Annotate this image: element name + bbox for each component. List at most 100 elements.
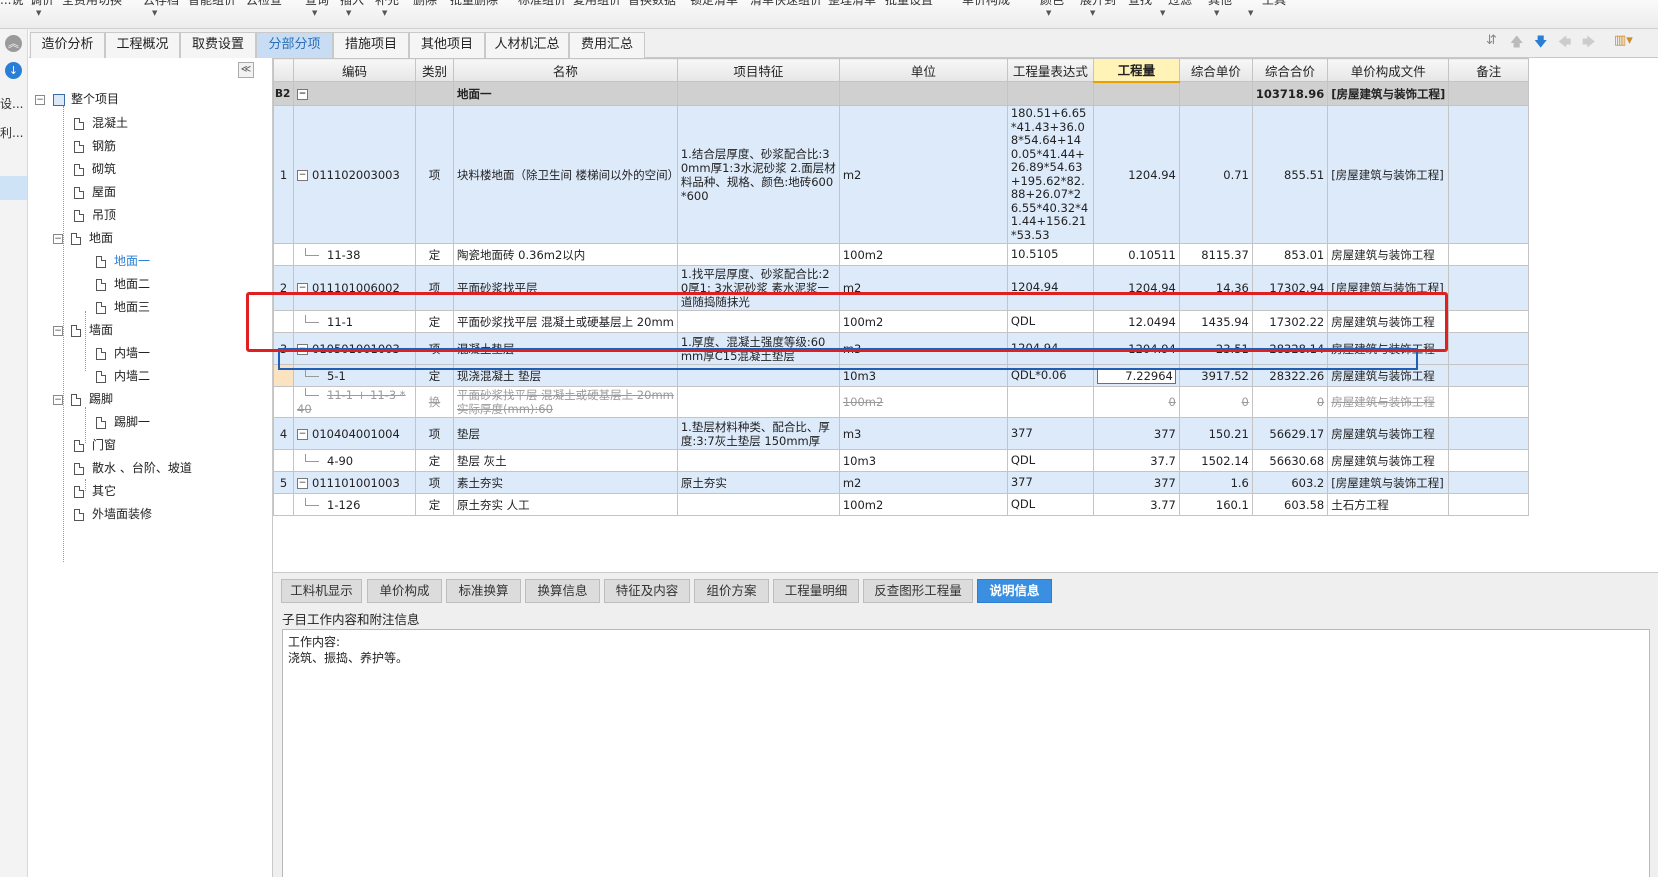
collapse-icon[interactable]: −: [53, 394, 63, 405]
row-file[interactable]: 房屋建筑与装饰工程: [1327, 364, 1450, 387]
row-expr[interactable]: 1204.94: [1006, 265, 1094, 311]
tab-reverse-lookup-quantity[interactable]: 反查图形工程量: [863, 579, 973, 603]
row-code[interactable]: −011101006002: [293, 265, 416, 311]
tab-fee-settings[interactable]: 取费设置: [180, 32, 256, 58]
row-total[interactable]: 28322.26: [1251, 364, 1329, 387]
tab-conversion-info[interactable]: 换算信息: [525, 579, 600, 603]
tab-fee-summary[interactable]: 费用汇总: [569, 32, 645, 58]
col-header-price-file[interactable]: 单价构成文件: [1327, 58, 1450, 82]
row-unit[interactable]: 10m3: [838, 449, 1008, 472]
collapse-icon[interactable]: −: [53, 325, 63, 336]
tab-description-info[interactable]: 说明信息: [977, 579, 1052, 603]
row-name[interactable]: 块料楼地面（除卫生间 楼梯间以外的空间）: [453, 105, 678, 244]
row-remark[interactable]: [1448, 105, 1530, 244]
tab-cost-analysis[interactable]: 造价分析: [30, 32, 105, 58]
row-unit[interactable]: 100m2: [838, 386, 1008, 418]
tab-pricing-scheme[interactable]: 组价方案: [694, 579, 769, 603]
row-type[interactable]: 项: [415, 265, 454, 311]
tree-node[interactable]: 钢筋: [74, 136, 116, 156]
col-header-feature[interactable]: 项目特征: [676, 58, 840, 82]
row-remark[interactable]: [1448, 449, 1530, 472]
row-name[interactable]: 混凝土垫层: [453, 332, 678, 365]
tree-node[interactable]: 内墙二: [96, 366, 150, 386]
row-remark[interactable]: [1448, 243, 1530, 266]
row-remark[interactable]: [1448, 310, 1530, 333]
table-row-item[interactable]: 3−010501001003 项混凝土垫层 1.厚度、混凝土强度等级:60mm厚C1…: [273, 332, 1530, 365]
tree-node[interactable]: 吊顶: [74, 205, 116, 225]
row-remark[interactable]: [1448, 265, 1530, 311]
row-feature[interactable]: [676, 386, 840, 418]
row-unit[interactable]: m3: [838, 332, 1008, 365]
tree-node-wall[interactable]: − 墙面: [53, 320, 113, 340]
table-row-item[interactable]: 2−011101006002 项平面砂浆找平层 1.找平层厚度、砂浆配合比:20厚1…: [273, 265, 1530, 311]
row-price[interactable]: 1.6: [1178, 471, 1253, 494]
row-price[interactable]: 3917.52: [1178, 364, 1253, 387]
row-price[interactable]: 0: [1178, 386, 1253, 418]
row-file[interactable]: 房屋建筑与装饰工程: [1327, 310, 1450, 333]
row-file[interactable]: 房屋建筑与装饰工程: [1327, 449, 1450, 472]
collapse-icon[interactable]: −: [53, 233, 63, 244]
row-feature[interactable]: [676, 493, 840, 516]
row-feature[interactable]: 1.垫层材料种类、配合比、厚度:3:7灰土垫层 150mm厚: [676, 417, 840, 450]
table-row-quota[interactable]: 5-1 定现浇混凝土 垫层 10m3 QDL*0.06 7.22964 3917.52 28…: [273, 364, 1530, 387]
group-row[interactable]: B2 − 地面一 103718.96 [房屋建筑与装饰工程]: [273, 81, 1530, 106]
row-feature[interactable]: 原土夯实: [676, 471, 840, 494]
toolbar-item[interactable]: 云存档: [143, 0, 179, 8]
row-unit[interactable]: 100m2: [838, 493, 1008, 516]
row-unit[interactable]: m3: [838, 417, 1008, 450]
col-header-expression[interactable]: 工程量表达式: [1006, 58, 1094, 82]
row-code[interactable]: −011102003003: [293, 105, 416, 244]
row-remark[interactable]: [1448, 417, 1530, 450]
tab-unit-price-composition[interactable]: 单价构成: [367, 579, 442, 603]
tab-labor-material-display[interactable]: 工料机显示: [281, 579, 362, 603]
row-code[interactable]: 5-1: [293, 364, 416, 387]
quantity-edit-input[interactable]: 7.22964: [1096, 367, 1176, 384]
toolbar-item[interactable]: 标准组价: [518, 0, 566, 8]
toolbar-item[interactable]: 调价: [30, 0, 54, 8]
row-type[interactable]: 项: [415, 332, 454, 365]
tab-sub-items[interactable]: 分部分项: [256, 32, 333, 58]
arrow-right-icon[interactable]: 🡆: [1582, 33, 1595, 55]
row-file[interactable]: 土石方工程: [1327, 493, 1450, 516]
row-total[interactable]: 853.01: [1251, 243, 1329, 266]
row-qty[interactable]: 0.10511: [1092, 243, 1180, 266]
table-row-item[interactable]: 1−011102003003 项块料楼地面（除卫生间 楼梯间以外的空间） 1.结合层…: [273, 105, 1530, 244]
toolbar-item[interactable]: 插入: [340, 0, 364, 8]
row-expr[interactable]: 10.5105: [1006, 243, 1094, 266]
row-name[interactable]: 地面一: [453, 81, 678, 106]
tree-node[interactable]: 踢脚一: [96, 412, 150, 432]
arrow-down-icon[interactable]: 🡇: [1534, 33, 1547, 55]
row-qty[interactable]: 7.22964: [1092, 364, 1180, 387]
description-textarea[interactable]: 工作内容: 浇筑、振捣、养护等。: [282, 629, 1650, 877]
table-row-quota[interactable]: 1-126 定原土夯实 人工 100m2 QDL 3.77 160.1 603.58 土石方工…: [273, 493, 1530, 516]
row-name[interactable]: 平面砂浆找平层 混凝土或硬基层上 20mm 实际厚度(mm):60: [453, 386, 678, 418]
row-code[interactable]: −010501001003: [293, 332, 416, 365]
row-qty[interactable]: 1204.94: [1092, 105, 1180, 244]
row-unit[interactable]: 10m3: [838, 364, 1008, 387]
col-header-name[interactable]: 名称: [453, 58, 678, 82]
row-code[interactable]: 4-90: [293, 449, 416, 472]
row-price[interactable]: 1502.14: [1178, 449, 1253, 472]
nav-item-truncated[interactable]: 设...: [0, 95, 23, 112]
row-feature[interactable]: [676, 364, 840, 387]
col-header-unit[interactable]: 单位: [838, 58, 1008, 82]
col-header-type[interactable]: 类别: [415, 58, 454, 82]
row-type[interactable]: 定: [415, 449, 454, 472]
tree-node[interactable]: 地面二: [96, 274, 150, 294]
tab-measures[interactable]: 措施项目: [333, 32, 409, 58]
table-row-quota[interactable]: 11-1 + 11-3 * 40 换平面砂浆找平层 混凝土或硬基层上 20mm 实…: [273, 386, 1530, 418]
col-header-unit-price[interactable]: 综合单价: [1178, 58, 1253, 82]
toolbar-item[interactable]: 单价构成: [962, 0, 1010, 8]
collapse-up-icon[interactable]: ︽: [5, 35, 22, 52]
row-price[interactable]: 23.51: [1178, 332, 1253, 365]
row-total[interactable]: 28328.14: [1251, 332, 1329, 365]
collapse-icon[interactable]: −: [297, 477, 308, 489]
row-type[interactable]: 项: [415, 471, 454, 494]
row-expr[interactable]: 1204.94: [1006, 332, 1094, 365]
collapse-icon[interactable]: −: [297, 169, 308, 181]
toolbar-item[interactable]: 过滤: [1168, 0, 1192, 8]
toolbar-item[interactable]: 复用组价: [573, 0, 621, 8]
tree-node-selected[interactable]: 地面一: [96, 251, 150, 271]
toolbar-item[interactable]: 工具: [1262, 0, 1286, 8]
toolbar-item[interactable]: 云检查: [246, 0, 282, 8]
